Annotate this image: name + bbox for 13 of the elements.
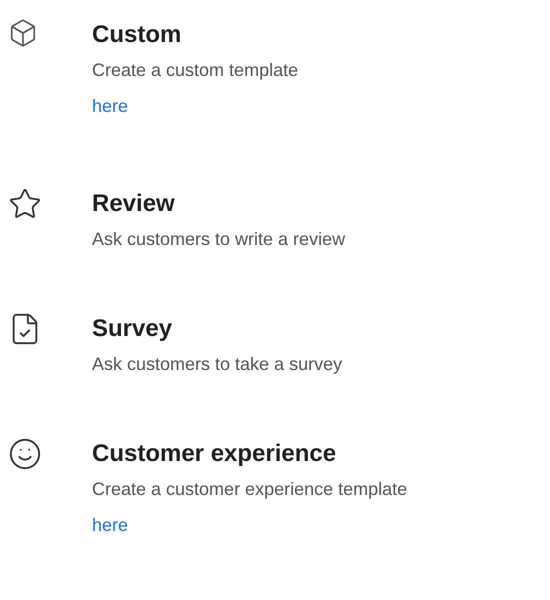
template-description: Ask customers to take a survey bbox=[92, 353, 342, 376]
smiley-icon bbox=[8, 437, 42, 471]
here-link[interactable]: here bbox=[92, 88, 128, 124]
here-link[interactable]: here bbox=[92, 507, 128, 543]
template-title: Custom bbox=[92, 20, 182, 50]
template-description: Create a custom template bbox=[92, 59, 298, 82]
template-description: Create a customer experience template bbox=[92, 478, 408, 501]
template-title: Survey bbox=[92, 314, 174, 344]
box-icon bbox=[8, 18, 38, 48]
template-title: Review bbox=[92, 189, 176, 219]
template-description: Ask customers to write a review bbox=[92, 228, 346, 251]
template-title: Customer experience bbox=[92, 439, 338, 469]
star-icon bbox=[8, 187, 42, 221]
